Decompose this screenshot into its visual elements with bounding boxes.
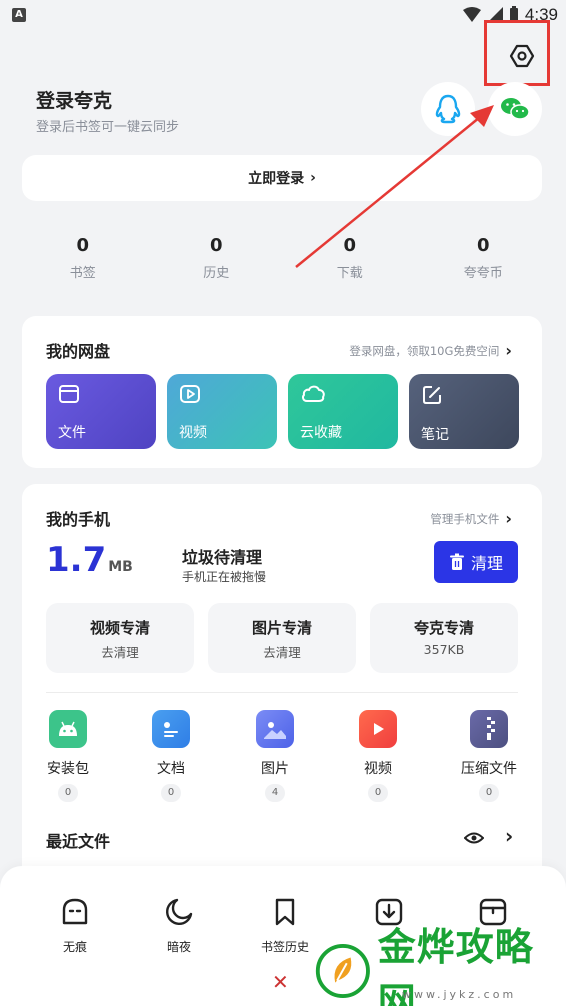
close-icon[interactable]: ✕: [272, 970, 289, 994]
divider: [46, 692, 518, 693]
note-edit-icon: [423, 386, 441, 404]
annotation-highlight-box: [484, 20, 550, 86]
nav-night-mode[interactable]: 暗夜: [134, 896, 224, 955]
phone-title: 我的手机: [46, 510, 111, 529]
category-archives[interactable]: 压缩文件 0: [449, 710, 529, 802]
category-apk[interactable]: 安装包 0: [28, 710, 108, 802]
cloud-title: 我的网盘: [46, 342, 111, 361]
junk-size-value: 1.7: [46, 540, 107, 580]
stat-label: 夸夸币: [463, 266, 503, 281]
chevron-right-icon: ›: [505, 509, 512, 528]
document-icon: [152, 710, 190, 748]
stat-downloads[interactable]: 0 下载: [283, 234, 417, 284]
clean-button-label: 清理: [470, 554, 503, 573]
tile-label: 云收藏: [300, 425, 342, 441]
clean-tile-video[interactable]: 视频专清 去清理: [46, 603, 194, 673]
notification-icon: A: [12, 8, 26, 22]
stat-bookmarks[interactable]: 0 书签: [16, 234, 150, 284]
eye-icon[interactable]: [464, 830, 484, 846]
watermark: 金烨攻略网 www.jykz.com: [312, 925, 566, 1006]
stat-history[interactable]: 0 历史: [150, 234, 284, 284]
wifi-icon: [462, 7, 481, 22]
clean-tile-title: 视频专清: [89, 619, 150, 637]
moon-icon: [166, 898, 193, 925]
watermark-logo-icon: [315, 943, 370, 999]
zip-icon: [470, 710, 508, 748]
category-label: 视频: [364, 761, 392, 777]
category-count: 4: [265, 784, 285, 802]
cloud-drive-card: 我的网盘 登录网盘，领取10G免费空间 › 文件 视频 云收藏 笔记: [22, 316, 542, 468]
my-phone-card: 我的手机 管理手机文件 › 1.7 MB 垃圾待清理 手机正在被拖慢 清理 视频…: [22, 484, 542, 884]
junk-title: 垃圾待清理: [182, 548, 263, 567]
video-play-icon: [180, 385, 200, 403]
stat-count: 0: [76, 235, 90, 256]
clean-tile-title: 图片专清: [251, 619, 312, 637]
manage-files-link[interactable]: 管理手机文件 ›: [430, 509, 512, 528]
cloud-tile-files[interactable]: 文件: [46, 374, 156, 449]
cloud-promo-link[interactable]: 登录网盘，领取10G免费空间 ›: [349, 341, 512, 360]
stat-coins[interactable]: 0 夸夸币: [417, 234, 551, 284]
cloud-icon: [302, 385, 325, 402]
clean-tile-sub: 去清理: [263, 645, 301, 660]
recent-files-title: 最近文件: [46, 832, 111, 851]
junk-subtitle: 手机正在被拖慢: [182, 570, 267, 584]
trash-icon: [449, 553, 464, 570]
junk-size-unit: MB: [108, 559, 133, 575]
stat-count: 0: [343, 235, 357, 256]
nav-incognito[interactable]: 无痕: [30, 896, 120, 955]
clean-tile-quark[interactable]: 夸克专清 357KB: [370, 603, 518, 673]
category-label: 文档: [157, 761, 185, 777]
tile-label: 文件: [58, 425, 86, 441]
category-videos[interactable]: 视频 0: [338, 710, 418, 802]
category-count: 0: [58, 784, 78, 802]
login-subtitle: 登录后书签可一键云同步: [36, 120, 180, 135]
tile-label: 笔记: [421, 427, 449, 443]
clean-tile-title: 夸克专清: [413, 619, 474, 637]
status-bar: A 4:39: [0, 0, 566, 30]
tile-label: 视频: [179, 425, 207, 441]
clean-tile-sub: 357KB: [423, 642, 465, 657]
nav-label: 暗夜: [166, 940, 191, 954]
clean-tile-sub: 去清理: [101, 645, 139, 660]
image-icon: [256, 710, 294, 748]
watermark-url: www.jykz.com: [402, 988, 517, 1001]
cloud-tile-notes[interactable]: 笔记: [409, 374, 519, 449]
nav-label: 无痕: [62, 940, 87, 954]
stat-count: 0: [476, 235, 490, 256]
android-icon: [49, 710, 87, 748]
clean-tile-image[interactable]: 图片专清 去清理: [208, 603, 356, 673]
bookmark-icon: [275, 898, 295, 926]
cloud-tile-video[interactable]: 视频: [167, 374, 277, 449]
stat-label: 下载: [336, 266, 363, 281]
category-docs[interactable]: 文档 0: [131, 710, 211, 802]
category-count: 0: [161, 784, 181, 802]
cloud-tile-favorites[interactable]: 云收藏: [288, 374, 398, 449]
incognito-ghost-icon: [62, 898, 88, 925]
chevron-right-icon: ›: [505, 341, 512, 360]
category-label: 图片: [261, 761, 289, 777]
stat-label: 书签: [69, 266, 96, 281]
folder-icon: [59, 385, 79, 403]
category-count: 0: [368, 784, 388, 802]
category-label: 安装包: [47, 761, 89, 777]
chevron-right-icon[interactable]: ›: [505, 824, 513, 848]
stat-label: 历史: [203, 266, 230, 281]
login-title[interactable]: 登录夸克: [36, 86, 112, 113]
category-label: 压缩文件: [461, 761, 517, 777]
category-images[interactable]: 图片 4: [235, 710, 315, 802]
junk-size: 1.7 MB: [46, 540, 133, 580]
video-icon: [359, 710, 397, 748]
stats-row: 0 书签 0 历史 0 下载 0 夸夸币: [16, 234, 550, 284]
stat-count: 0: [209, 235, 223, 256]
category-count: 0: [479, 784, 499, 802]
manage-files-label: 管理手机文件: [430, 511, 500, 526]
cloud-promo-label: 登录网盘，领取10G免费空间: [349, 343, 500, 358]
clean-button[interactable]: 清理: [434, 541, 518, 583]
